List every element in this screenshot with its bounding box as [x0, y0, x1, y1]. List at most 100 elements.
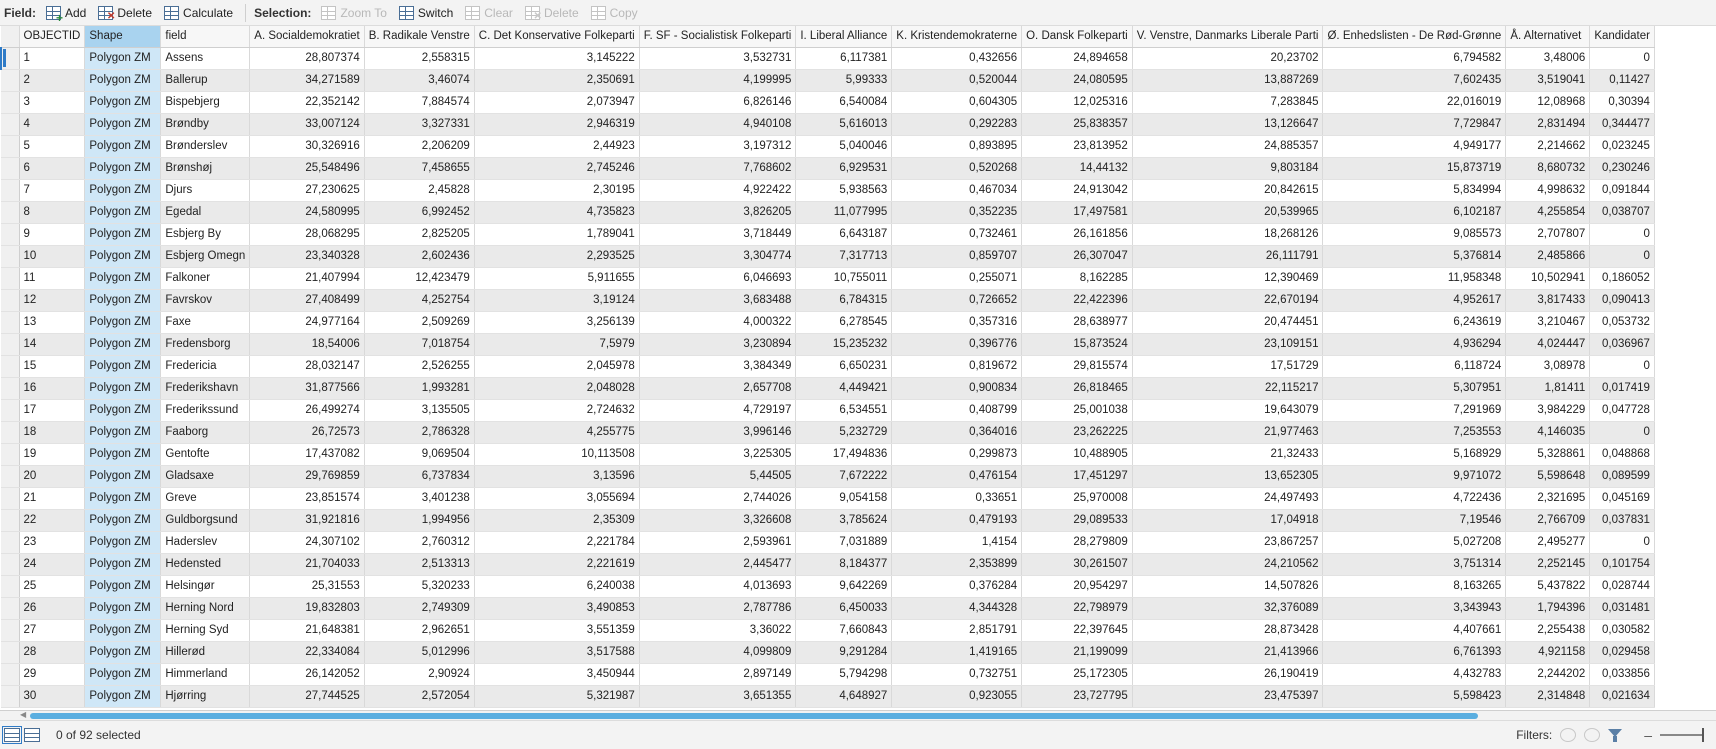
table-row[interactable]: 25 Polygon ZM Helsingør 25,31553 5,320233 6,2… [1, 575, 1655, 598]
table-cell[interactable]: 4,952617 [1322, 289, 1507, 312]
table-cell[interactable]: 3,197312 [639, 135, 797, 158]
table-cell[interactable]: 7,458655 [364, 157, 475, 180]
table-cell[interactable]: 28,873428 [1132, 619, 1324, 642]
table-cell[interactable]: 9,803184 [1132, 157, 1324, 180]
table-cell[interactable]: 0,732461 [891, 223, 1023, 246]
table-cell[interactable]: 10 [19, 245, 86, 268]
table-cell[interactable]: 15,873524 [1021, 333, 1133, 356]
table-cell[interactable]: 4,255775 [474, 421, 640, 444]
row-selector[interactable] [1, 641, 20, 664]
table-cell[interactable]: 21,648381 [249, 619, 365, 642]
table-cell[interactable]: Djurs [160, 179, 251, 202]
table-cell[interactable]: 0,408799 [891, 399, 1023, 422]
table-cell[interactable]: 2,244202 [1505, 663, 1591, 686]
table-cell[interactable]: 3,13596 [474, 465, 640, 488]
table-cell[interactable]: 5,437822 [1505, 575, 1591, 598]
table-cell[interactable]: 27,230625 [249, 179, 365, 202]
table-cell[interactable]: Hedensted [160, 553, 251, 576]
add-field-button[interactable]: Add [42, 3, 90, 23]
table-cell[interactable]: 26,499274 [249, 399, 365, 422]
table-cell[interactable]: 6,737834 [364, 465, 475, 488]
table-cell[interactable]: 2,353899 [891, 553, 1023, 576]
table-cell[interactable]: 0,11427 [1589, 69, 1655, 92]
table-cell[interactable]: 25,548496 [249, 157, 365, 180]
table-cell[interactable]: 10,113508 [474, 443, 640, 466]
table-row[interactable]: 29 Polygon ZM Himmerland 26,142052 2,90924 3,… [1, 663, 1655, 686]
table-cell[interactable]: 23,262225 [1021, 421, 1133, 444]
table-cell[interactable]: 0,036967 [1589, 333, 1655, 356]
table-cell[interactable]: 12,423479 [364, 267, 475, 290]
table-cell[interactable]: 0,364016 [891, 421, 1023, 444]
table-cell[interactable]: Guldborgsund [160, 509, 251, 532]
table-cell[interactable]: 7,031889 [795, 531, 893, 554]
table-cell[interactable]: 0,344477 [1589, 113, 1655, 136]
table-cell[interactable]: 4,648927 [795, 685, 893, 708]
row-selector[interactable] [1, 201, 20, 224]
table-cell[interactable]: 0,017419 [1589, 377, 1655, 400]
table-row[interactable]: 5 Polygon ZM Brønderslev 30,326916 2,206209 2… [1, 135, 1655, 158]
calculate-field-button[interactable]: Calculate [160, 3, 237, 23]
table-cell[interactable]: 22,352142 [249, 91, 365, 114]
row-selector[interactable] [1, 465, 20, 488]
table-cell[interactable]: 7,5979 [474, 333, 640, 356]
table-cell[interactable]: 14,507826 [1132, 575, 1324, 598]
table-cell[interactable]: Polygon ZM [84, 311, 162, 334]
table-view-icon[interactable] [2, 726, 22, 744]
table-cell[interactable]: 7,253553 [1322, 421, 1507, 444]
table-cell[interactable]: 11,077995 [795, 201, 893, 224]
table-cell[interactable]: 14,44132 [1021, 157, 1133, 180]
table-cell[interactable]: 0,045169 [1589, 487, 1655, 510]
table-cell[interactable]: 0 [1589, 355, 1655, 378]
table-cell[interactable]: 29,089533 [1021, 509, 1133, 532]
table-cell[interactable]: 11,958348 [1322, 267, 1507, 290]
table-cell[interactable]: 2,509269 [364, 311, 475, 334]
row-selector[interactable] [1, 355, 20, 378]
table-cell[interactable]: 4,921158 [1505, 641, 1591, 664]
table-cell[interactable]: 27,408499 [249, 289, 365, 312]
table-cell[interactable]: 5,232729 [795, 421, 893, 444]
table-cell[interactable]: 26,161856 [1021, 223, 1133, 246]
table-cell[interactable]: 5,794298 [795, 663, 893, 686]
table-cell[interactable]: 5,834994 [1322, 179, 1507, 202]
table-cell[interactable]: 0,30394 [1589, 91, 1655, 114]
extent-filter-icon[interactable] [1560, 728, 1577, 742]
table-row[interactable]: 10 Polygon ZM Esbjerg Omegn 23,340328 2,6024… [1, 245, 1655, 268]
table-cell[interactable]: 3,343943 [1322, 597, 1507, 620]
table-cell[interactable]: 6,117381 [795, 47, 893, 70]
table-cell[interactable]: 26,307047 [1021, 245, 1133, 268]
table-cell[interactable]: 13,887269 [1132, 69, 1324, 92]
table-cell[interactable]: Polygon ZM [84, 685, 162, 708]
table-cell[interactable]: Polygon ZM [84, 553, 162, 576]
row-selector[interactable] [1, 531, 20, 554]
table-cell[interactable]: 19 [19, 443, 86, 466]
table-cell[interactable]: 2,602436 [364, 245, 475, 268]
table-cell[interactable]: 0,732751 [891, 663, 1023, 686]
table-cell[interactable]: 0,479193 [891, 509, 1023, 532]
table-cell[interactable]: 24,307102 [249, 531, 365, 554]
table-cell[interactable]: Polygon ZM [84, 91, 162, 114]
table-row[interactable]: 30 Polygon ZM Hjørring 27,744525 2,572054 5,3… [1, 685, 1655, 708]
table-cell[interactable]: Faxe [160, 311, 251, 334]
table-cell[interactable]: 3 [19, 91, 86, 114]
table-cell[interactable]: 6,243619 [1322, 311, 1507, 334]
table-cell[interactable]: 2,745246 [474, 157, 640, 180]
table-cell[interactable]: 23,813952 [1021, 135, 1133, 158]
row-selector[interactable] [1, 333, 20, 356]
table-cell[interactable]: 7,19546 [1322, 509, 1507, 532]
table-cell[interactable]: 6,761393 [1322, 641, 1507, 664]
table-cell[interactable]: 3,304774 [639, 245, 797, 268]
table-cell[interactable]: 15 [19, 355, 86, 378]
table-cell[interactable]: 1,4154 [891, 531, 1023, 554]
table-cell[interactable]: 0,604305 [891, 91, 1023, 114]
table-cell[interactable]: 2,657708 [639, 377, 797, 400]
row-selector-header[interactable] [1, 26, 20, 48]
table-cell[interactable]: 7,660843 [795, 619, 893, 642]
table-cell[interactable]: 4,344328 [891, 597, 1023, 620]
table-cell[interactable]: 0,467034 [891, 179, 1023, 202]
table-cell[interactable]: 4,735823 [474, 201, 640, 224]
table-cell[interactable]: 24,580995 [249, 201, 365, 224]
table-cell[interactable]: 4,936294 [1322, 333, 1507, 356]
table-cell[interactable]: Haderslev [160, 531, 251, 554]
row-selector[interactable] [1, 377, 20, 400]
table-cell[interactable]: 12,025316 [1021, 91, 1133, 114]
